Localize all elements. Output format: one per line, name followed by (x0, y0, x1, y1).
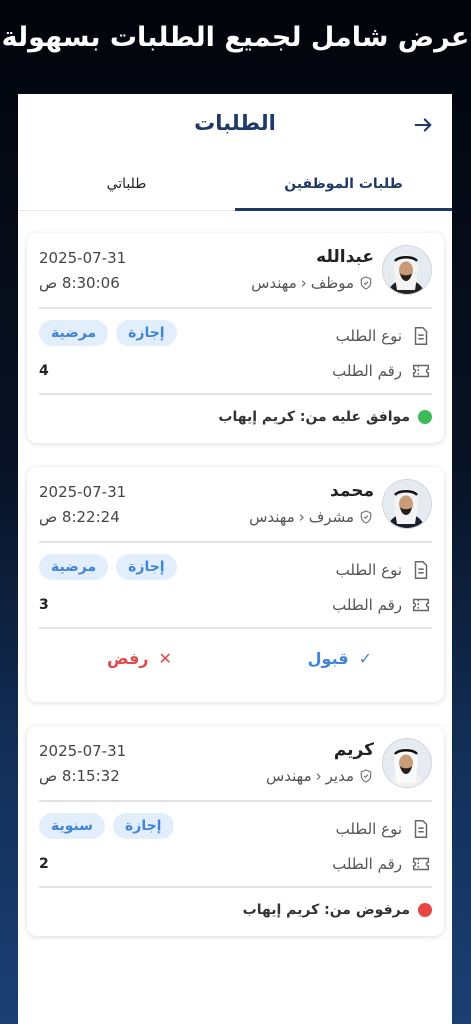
tab-employee-requests[interactable]: طلبات الموظفين (235, 158, 452, 211)
ticket-icon (412, 364, 430, 378)
request-time: 8:30:06 ص (39, 274, 120, 292)
request-type-row: نوع الطلب (336, 559, 432, 581)
reject-label: رفض (107, 649, 149, 668)
request-number-row: رقم الطلب (332, 853, 432, 875)
employee-position: مشرف (308, 508, 354, 526)
shield-icon (360, 769, 372, 783)
checkmark-icon: ✓ (358, 649, 372, 668)
employee-job: مهندس (251, 274, 297, 292)
employee-job: مهندس (249, 508, 295, 526)
status-text: مرفوض من: كريم إيهاب (242, 902, 410, 918)
request-number-label: رقم الطلب (332, 362, 402, 380)
type-tag: سنوية (39, 813, 106, 839)
shield-icon (360, 510, 372, 524)
employee-position: مدير (325, 767, 354, 785)
status-rejected-dot-icon (418, 903, 432, 917)
close-icon: ✕ (158, 649, 172, 668)
back-arrow-icon[interactable] (412, 114, 434, 136)
document-icon (414, 327, 428, 345)
avatar (382, 738, 432, 788)
divider (39, 393, 432, 395)
promo-headline: عرض شامل لجميع الطلبات بسهولة (1, 22, 470, 53)
type-tag: إجازة (116, 320, 177, 346)
avatar (382, 245, 432, 295)
chevron-left-icon: ‹ (300, 274, 307, 292)
accept-button[interactable]: ✓ قبول (308, 649, 372, 668)
request-type-tags: إجازة مرضية (39, 554, 177, 580)
employee-position: موظف (310, 274, 354, 292)
divider (39, 800, 432, 802)
type-tag: مرضية (39, 320, 109, 346)
request-card[interactable]: عبدالله موظف ‹ مهندس 2025-07-31 8:30:06 … (27, 233, 444, 443)
request-date: 2025-07-31 (39, 249, 127, 267)
request-time: 8:22:24 ص (39, 508, 120, 526)
tabs-bar: طلبات الموظفين طلباتي (18, 158, 452, 211)
status-approved-dot-icon (418, 410, 432, 424)
request-number: 4 (39, 363, 49, 379)
request-type-tags: إجازة سنوية (39, 813, 174, 839)
request-type-tags: إجازة مرضية (39, 320, 177, 346)
request-actions: ✓ قبول ✕ رفض (27, 641, 444, 681)
employee-name: محمد (330, 481, 374, 501)
request-date: 2025-07-31 (39, 483, 127, 501)
role-line: موظف ‹ مهندس (251, 274, 374, 292)
requests-panel: الطلبات طلبات الموظفين طلباتي عبدالله مو… (18, 94, 452, 1024)
status-text: موافق عليه من: كريم إيهاب (218, 409, 410, 425)
type-tag: إجازة (113, 813, 174, 839)
document-icon (414, 561, 428, 579)
chevron-left-icon: ‹ (298, 508, 305, 526)
divider (39, 541, 432, 543)
status-line: موافق عليه من: كريم إيهاب (218, 409, 432, 425)
status-line: مرفوض من: كريم إيهاب (243, 902, 432, 918)
type-tag: إجازة (116, 554, 177, 580)
page-title: الطلبات (194, 111, 276, 135)
document-icon (414, 820, 428, 838)
role-line: مشرف ‹ مهندس (249, 508, 374, 526)
request-type-label: نوع الطلب (335, 820, 402, 838)
employee-name: عبدالله (316, 247, 374, 267)
request-type-label: نوع الطلب (335, 327, 402, 345)
avatar (382, 479, 432, 529)
divider (39, 886, 432, 888)
employee-job: مهندس (265, 767, 312, 785)
employee-name: كريم (333, 740, 374, 760)
request-type-row: نوع الطلب (336, 818, 432, 840)
request-type-label: نوع الطلب (335, 561, 402, 579)
active-tab-indicator (235, 208, 452, 211)
request-card[interactable]: محمد مشرف ‹ مهندس 2025-07-31 8:22:24 ص ن… (27, 467, 444, 702)
request-number-label: رقم الطلب (332, 855, 402, 873)
reject-button[interactable]: ✕ رفض (107, 649, 172, 668)
accept-label: قبول (307, 649, 349, 668)
chevron-left-icon: ‹ (315, 767, 322, 785)
request-number: 3 (39, 597, 49, 613)
tab-my-requests[interactable]: طلباتي (18, 158, 235, 211)
shield-icon (360, 276, 372, 290)
request-time: 8:15:32 ص (39, 767, 120, 785)
type-tag: مرضية (39, 554, 109, 580)
request-number-row: رقم الطلب (332, 360, 432, 382)
divider (39, 307, 432, 309)
divider (39, 627, 432, 629)
top-bar: الطلبات (18, 94, 452, 158)
role-line: مدير ‹ مهندس (266, 767, 374, 785)
request-card[interactable]: كريم مدير ‹ مهندس 2025-07-31 8:15:32 ص ن… (27, 726, 444, 936)
request-type-row: نوع الطلب (336, 325, 432, 347)
request-date: 2025-07-31 (39, 742, 127, 760)
request-number-label: رقم الطلب (332, 596, 402, 614)
request-number-row: رقم الطلب (332, 594, 432, 616)
ticket-icon (412, 598, 430, 612)
ticket-icon (412, 857, 430, 871)
request-number: 2 (39, 856, 49, 872)
